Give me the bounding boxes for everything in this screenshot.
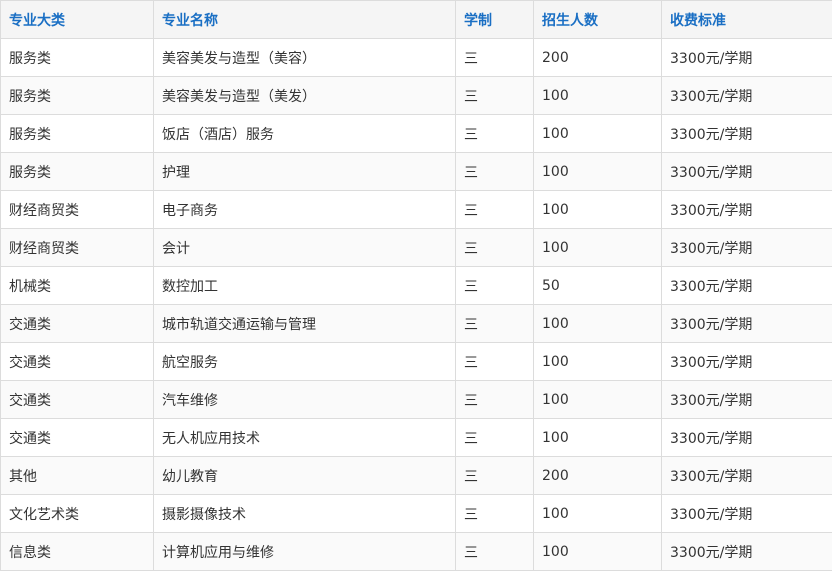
major-name-cell: 无人机应用技术 [153,418,456,457]
major-name-cell: 幼儿教育 [153,456,456,495]
enrollment-cell: 100 [533,114,662,153]
duration-cell: 三 [455,494,534,533]
major-name-cell: 航空服务 [153,342,456,381]
enrollment-cell: 200 [533,456,662,495]
major-name-cell: 美容美发与造型（美容） [153,38,456,77]
duration-cell: 三 [455,532,534,571]
category-cell: 服务类 [0,152,154,191]
category-cell: 交通类 [0,304,154,343]
duration-cell: 三 [455,38,534,77]
category-cell: 服务类 [0,76,154,115]
major-name-cell: 美容美发与造型（美发） [153,76,456,115]
enrollment-cell: 100 [533,418,662,457]
duration-cell: 三 [455,152,534,191]
table-row: 服务类 饭店（酒店）服务三 100 3300元/学期 [0,114,832,153]
category-cell: 信息类 [0,532,154,571]
header-enrollment: 招生人数 [533,0,662,39]
category-cell: 交通类 [0,342,154,381]
category-cell: 服务类 [0,38,154,77]
table-row: 交通类 汽车维修三 100 3300元/学期 [0,380,832,419]
duration-cell: 三 [455,266,534,305]
major-name-cell: 护理 [153,152,456,191]
category-cell: 交通类 [0,380,154,419]
enrollment-cell: 100 [533,380,662,419]
tuition-cell: 3300元/学期 [661,418,832,457]
tuition-cell: 3300元/学期 [661,266,832,305]
enrollment-cell: 200 [533,38,662,77]
table-row: 其他 幼儿教育三 200 3300元/学期 [0,456,832,495]
category-cell: 财经商贸类 [0,228,154,267]
table-row: 财经商贸类 会计三 100 3300元/学期 [0,228,832,267]
table-row: 信息类 计算机应用与维修三 100 3300元/学期 [0,532,832,571]
table-row: 服务类 美容美发与造型（美容）三 200 3300元/学期 [0,38,832,77]
table-row: 交通类 城市轨道交通运输与管理三 100 3300元/学期 [0,304,832,343]
table-header-row: 专业大类 专业名称 学制 招生人数 收费标准 [0,0,832,39]
duration-cell: 三 [455,418,534,457]
table-row: 文化艺术类 摄影摄像技术三 100 3300元/学期 [0,494,832,533]
category-cell: 文化艺术类 [0,494,154,533]
enrollment-cell: 100 [533,190,662,229]
category-cell: 机械类 [0,266,154,305]
duration-cell: 三 [455,380,534,419]
header-major-name: 专业名称 [153,0,456,39]
enrollment-cell: 100 [533,76,662,115]
major-name-cell: 饭店（酒店）服务 [153,114,456,153]
duration-cell: 三 [455,228,534,267]
tuition-cell: 3300元/学期 [661,532,832,571]
category-cell: 财经商贸类 [0,190,154,229]
tuition-cell: 3300元/学期 [661,114,832,153]
enrollment-cell: 100 [533,152,662,191]
header-duration: 学制 [455,0,534,39]
table-row: 交通类 无人机应用技术三 100 3300元/学期 [0,418,832,457]
tuition-cell: 3300元/学期 [661,456,832,495]
enrollment-cell: 50 [533,266,662,305]
major-name-cell: 城市轨道交通运输与管理 [153,304,456,343]
tuition-cell: 3300元/学期 [661,38,832,77]
major-name-cell: 计算机应用与维修 [153,532,456,571]
table-row: 交通类 航空服务三 100 3300元/学期 [0,342,832,381]
duration-cell: 三 [455,76,534,115]
tuition-cell: 3300元/学期 [661,380,832,419]
duration-cell: 三 [455,190,534,229]
tuition-cell: 3300元/学期 [661,304,832,343]
table-row: 服务类 美容美发与造型（美发）三 100 3300元/学期 [0,76,832,115]
major-name-cell: 电子商务 [153,190,456,229]
duration-cell: 三 [455,342,534,381]
major-name-cell: 会计 [153,228,456,267]
major-name-cell: 数控加工 [153,266,456,305]
tuition-cell: 3300元/学期 [661,342,832,381]
tuition-cell: 3300元/学期 [661,494,832,533]
table-row: 财经商贸类 电子商务三 100 3300元/学期 [0,190,832,229]
table-row: 服务类 护理三 100 3300元/学期 [0,152,832,191]
header-category: 专业大类 [0,0,154,39]
duration-cell: 三 [455,456,534,495]
enrollment-cell: 100 [533,494,662,533]
major-name-cell: 汽车维修 [153,380,456,419]
header-tuition: 收费标准 [661,0,832,39]
duration-cell: 三 [455,114,534,153]
category-cell: 其他 [0,456,154,495]
enrollment-cell: 100 [533,228,662,267]
category-cell: 交通类 [0,418,154,457]
enrollment-cell: 100 [533,532,662,571]
tuition-cell: 3300元/学期 [661,76,832,115]
category-cell: 服务类 [0,114,154,153]
enrollment-cell: 100 [533,304,662,343]
table-row: 机械类 数控加工三 50 3300元/学期 [0,266,832,305]
enrollment-cell: 100 [533,342,662,381]
tuition-cell: 3300元/学期 [661,152,832,191]
major-name-cell: 摄影摄像技术 [153,494,456,533]
tuition-cell: 3300元/学期 [661,190,832,229]
majors-table: 专业大类 专业名称 学制 招生人数 收费标准 服务类 美容美发与造型（美容）三 20… [0,0,832,571]
table-body: 服务类 美容美发与造型（美容）三 200 3300元/学期 服务类 美容美发与造型（美发）… [0,38,832,571]
duration-cell: 三 [455,304,534,343]
tuition-cell: 3300元/学期 [661,228,832,267]
